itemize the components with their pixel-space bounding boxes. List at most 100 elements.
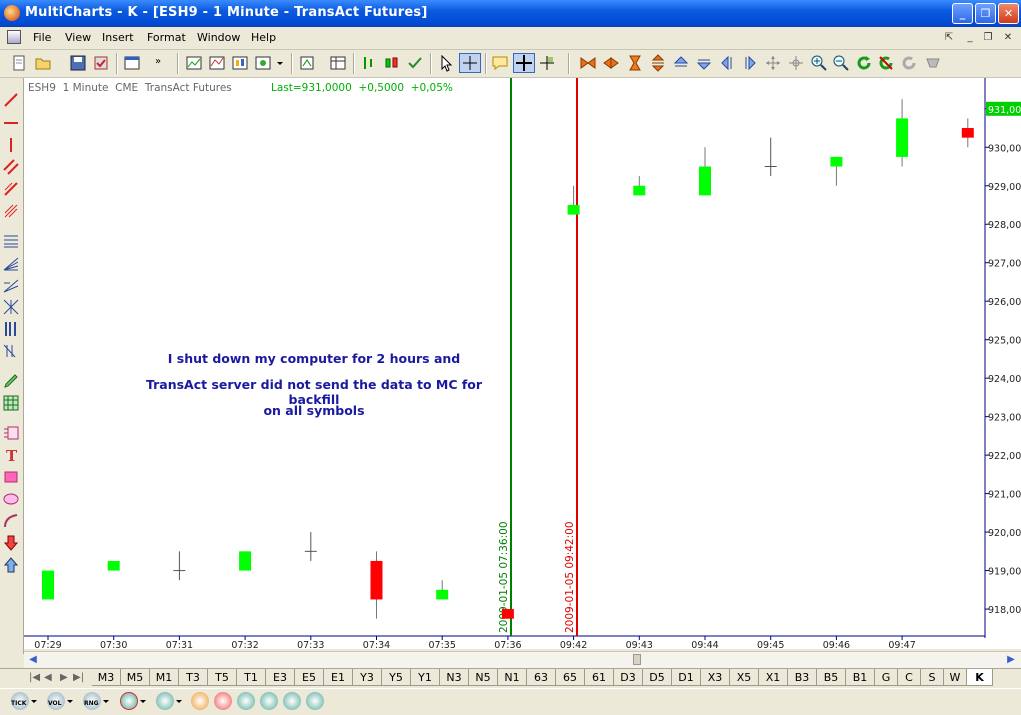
- save-icon[interactable]: [69, 54, 87, 72]
- drag-zoom-icon[interactable]: [538, 54, 556, 72]
- tab-m1[interactable]: M1: [150, 669, 179, 686]
- horizontal-scrollbar[interactable]: ◀ ▶: [24, 651, 1021, 668]
- daily-chart-icon[interactable]: [214, 692, 232, 710]
- scroll-to-start-icon[interactable]: [579, 54, 597, 72]
- tab-n3[interactable]: N3: [440, 669, 469, 686]
- hourglass-icon[interactable]: [626, 54, 644, 72]
- hourly-chart-icon[interactable]: [191, 692, 209, 710]
- tab-n5[interactable]: N5: [469, 669, 498, 686]
- scroll-up-icon[interactable]: [672, 54, 690, 72]
- dropdown-arrow-icon[interactable]: [275, 54, 285, 72]
- tab-g[interactable]: G: [875, 669, 898, 686]
- tick-dropdown-icon[interactable]: [30, 692, 38, 710]
- tab-t1[interactable]: T1: [237, 669, 266, 686]
- tab-b5[interactable]: B5: [817, 669, 846, 686]
- vertical-line-tool-icon[interactable]: [3, 137, 19, 153]
- text-tool-icon[interactable]: T: [3, 447, 19, 465]
- mdi-float-icon[interactable]: ⇱: [941, 30, 957, 45]
- restore-button[interactable]: ❐: [975, 3, 996, 24]
- scroll-to-end-icon[interactable]: [602, 54, 620, 72]
- tab-y3[interactable]: Y3: [353, 669, 382, 686]
- comment-icon[interactable]: [491, 54, 509, 72]
- seconds-chart-icon[interactable]: [120, 692, 138, 710]
- tab-e3[interactable]: E3: [266, 669, 295, 686]
- fibonacci-retracement-tool-icon[interactable]: [3, 233, 19, 249]
- yearly-chart-icon[interactable]: [306, 692, 324, 710]
- rectangle-tool-icon[interactable]: [3, 469, 19, 485]
- tab-b1[interactable]: B1: [846, 669, 875, 686]
- range-dropdown-icon[interactable]: [102, 692, 110, 710]
- weekly-chart-icon[interactable]: [237, 692, 255, 710]
- candlestick-style-icon[interactable]: [383, 54, 401, 72]
- tab-e5[interactable]: E5: [295, 669, 324, 686]
- channel-tool-icon[interactable]: [3, 181, 19, 197]
- tab-x5[interactable]: X5: [730, 669, 759, 686]
- tab-61[interactable]: 61: [585, 669, 614, 686]
- arc-tool-icon[interactable]: [3, 513, 19, 529]
- tab-n1[interactable]: N1: [498, 669, 527, 686]
- expand-vertical-icon[interactable]: [649, 54, 667, 72]
- volume-dropdown-icon[interactable]: [66, 692, 74, 710]
- tab-65[interactable]: 65: [556, 669, 585, 686]
- format-symbol-icon[interactable]: [298, 54, 316, 72]
- tab-63[interactable]: 63: [527, 669, 556, 686]
- insert-window-icon[interactable]: [123, 54, 141, 72]
- compress-bars-icon[interactable]: [764, 54, 782, 72]
- scroll-left-arrow-icon[interactable]: ◀: [26, 653, 40, 666]
- tab-y5[interactable]: Y5: [382, 669, 411, 686]
- menu-insert[interactable]: Insert: [102, 31, 134, 44]
- menu-format[interactable]: Format: [147, 31, 186, 44]
- menu-file[interactable]: File: [33, 31, 51, 44]
- scanner-window-icon[interactable]: [208, 54, 226, 72]
- tab-k[interactable]: K: [967, 669, 993, 686]
- pencil-tool-icon[interactable]: [3, 373, 19, 389]
- menu-view[interactable]: View: [65, 31, 91, 44]
- arrow-down-tool-icon[interactable]: [3, 535, 19, 551]
- tab-w[interactable]: W: [944, 669, 967, 686]
- first-tab-icon[interactable]: |◀: [29, 672, 40, 683]
- next-tab-icon[interactable]: ▶: [60, 672, 68, 683]
- document-icon[interactable]: [7, 30, 21, 44]
- mdi-minimize-button[interactable]: _: [962, 30, 978, 45]
- data-window-icon[interactable]: [329, 54, 347, 72]
- crosshair-cursor-icon[interactable]: [459, 53, 481, 73]
- time-zones-tool-icon[interactable]: [3, 321, 19, 337]
- mdi-close-button[interactable]: ✕: [1000, 30, 1016, 45]
- arrow-up-tool-icon[interactable]: [3, 557, 19, 573]
- scroll-right-icon[interactable]: [741, 54, 759, 72]
- scroll-right-arrow-icon[interactable]: ▶: [1004, 653, 1018, 666]
- tab-t5[interactable]: T5: [208, 669, 237, 686]
- dom-window-icon[interactable]: [231, 54, 249, 72]
- refresh-icon[interactable]: [855, 54, 873, 72]
- chart-area[interactable]: 918,000 919,000 920,000 921,000 922,000 923,0…: [24, 78, 1021, 649]
- gann-fan-tool-icon[interactable]: [3, 299, 19, 315]
- close-button[interactable]: ✕: [998, 3, 1019, 24]
- ellipse-tool-icon[interactable]: [3, 491, 19, 507]
- last-tab-icon[interactable]: ▶|: [73, 672, 84, 683]
- pointer-cursor-icon[interactable]: [437, 54, 455, 72]
- portfolio-window-icon[interactable]: [254, 54, 272, 72]
- app-icon[interactable]: [4, 5, 20, 21]
- menu-window[interactable]: Window: [197, 31, 240, 44]
- tab-y1[interactable]: Y1: [411, 669, 440, 686]
- trendline-tool-icon[interactable]: [3, 92, 19, 108]
- monthly-chart-icon[interactable]: [260, 692, 278, 710]
- tab-x3[interactable]: X3: [701, 669, 730, 686]
- tab-b3[interactable]: B3: [788, 669, 817, 686]
- mdi-restore-button[interactable]: ❐: [980, 30, 996, 45]
- tab-c[interactable]: C: [898, 669, 921, 686]
- seconds-dropdown-icon[interactable]: [139, 692, 147, 710]
- more-toolbar-icon[interactable]: »: [153, 54, 171, 72]
- tab-d1[interactable]: D1: [672, 669, 701, 686]
- disabled-tool-icon[interactable]: [924, 54, 942, 72]
- save-all-icon[interactable]: [92, 54, 110, 72]
- cross-line-cursor-icon[interactable]: [513, 53, 535, 73]
- andrews-pitchfork-tool-icon[interactable]: [3, 203, 19, 219]
- checkmark-icon[interactable]: [406, 54, 424, 72]
- zoom-out-icon[interactable]: [832, 54, 850, 72]
- menu-help[interactable]: Help: [251, 31, 276, 44]
- scroll-down-icon[interactable]: [695, 54, 713, 72]
- fibonacci-fan-tool-icon[interactable]: [3, 255, 19, 271]
- chart-window-icon[interactable]: [185, 54, 203, 72]
- tab-m3[interactable]: M3: [92, 669, 121, 686]
